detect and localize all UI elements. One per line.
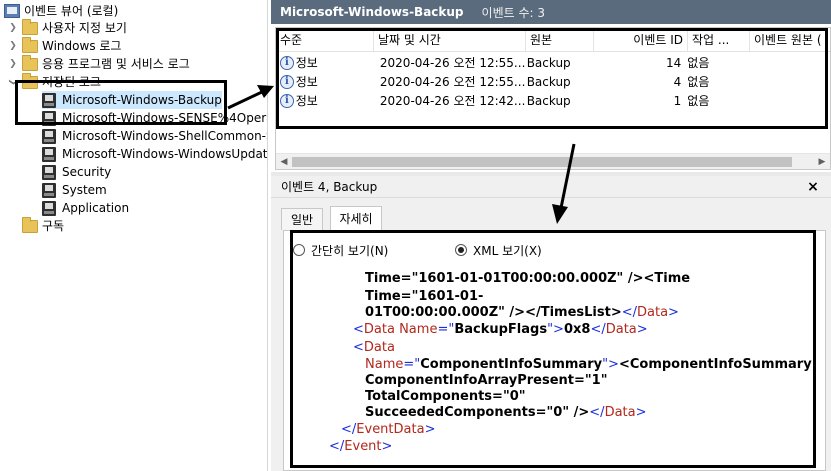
tree-item-application-log[interactable]: Application xyxy=(42,199,129,217)
scrollbar-thumb[interactable] xyxy=(292,157,792,167)
tree-item-label: Microsoft-Windows-WindowsUpdateC xyxy=(62,147,268,161)
tree-item-subscriptions[interactable]: 구독 xyxy=(22,216,65,235)
tree-item-shellcommon-log[interactable]: Microsoft-Windows-ShellCommon-St xyxy=(42,127,268,145)
scroll-right-icon[interactable]: ▶ xyxy=(814,154,830,170)
chevron-right-icon[interactable]: ❯ xyxy=(7,37,19,55)
tree-item-windows-logs[interactable]: ❯ Windows 로그 xyxy=(7,36,122,55)
tree-item-system-log[interactable]: System xyxy=(42,181,107,199)
chevron-right-icon[interactable]: ❯ xyxy=(7,19,19,37)
tree-item-label: System xyxy=(62,183,107,197)
tree-item-label: 구독 xyxy=(42,219,65,233)
event-count: 이벤트 수: 3 xyxy=(481,5,545,20)
tree-root-event-viewer[interactable]: 이벤트 뷰어 (로컬) xyxy=(4,2,118,20)
tree-item-security-log[interactable]: Security xyxy=(42,163,111,181)
tab-general[interactable]: 일반 xyxy=(281,208,323,230)
tree-item-label: Windows 로그 xyxy=(42,39,122,53)
scroll-left-icon[interactable]: ◀ xyxy=(276,154,292,170)
event-list-header: Microsoft-Windows-Backup 이벤트 수: 3 xyxy=(271,0,831,24)
tab-details[interactable]: 자세히 xyxy=(330,206,382,230)
tree-item-windowsupdate-log[interactable]: Microsoft-Windows-WindowsUpdateC xyxy=(42,145,268,163)
log-file-icon xyxy=(42,128,56,144)
folder-icon xyxy=(22,216,38,233)
event-viewer-icon xyxy=(4,4,20,18)
log-file-icon xyxy=(42,182,56,198)
tree-item-custom-views[interactable]: ❯ 사용자 지정 보기 xyxy=(7,18,127,37)
folder-icon xyxy=(22,18,38,35)
arrow-icon xyxy=(227,85,274,110)
highlight-box-tree xyxy=(15,80,227,125)
tree-item-label: Application xyxy=(62,201,130,215)
chevron-right-icon[interactable]: ❯ xyxy=(7,55,19,73)
detail-title: 이벤트 4, Backup xyxy=(281,180,378,194)
highlight-box-list xyxy=(276,28,828,129)
folder-icon xyxy=(22,36,38,53)
highlight-box-xml xyxy=(290,230,816,468)
log-title: Microsoft-Windows-Backup xyxy=(280,5,464,19)
tree-root-label: 이벤트 뷰어 (로컬) xyxy=(24,4,119,18)
log-file-icon xyxy=(42,146,56,162)
tree-item-label: 사용자 지정 보기 xyxy=(42,21,127,35)
navigation-tree: 이벤트 뷰어 (로컬) ❯ 사용자 지정 보기 ❯ Windows 로그 ❯ 응… xyxy=(0,0,268,471)
tree-item-app-service-logs[interactable]: ❯ 응용 프로그램 및 서비스 로그 xyxy=(7,54,190,73)
folder-icon xyxy=(22,54,38,71)
log-file-icon xyxy=(42,164,56,180)
arrow-icon xyxy=(552,143,576,224)
tree-item-label: Security xyxy=(62,165,112,179)
tree-item-label: Microsoft-Windows-ShellCommon-St xyxy=(62,129,268,143)
log-file-icon xyxy=(42,200,56,216)
close-icon[interactable]: × xyxy=(803,176,823,198)
tree-item-label: 응용 프로그램 및 서비스 로그 xyxy=(42,57,190,71)
